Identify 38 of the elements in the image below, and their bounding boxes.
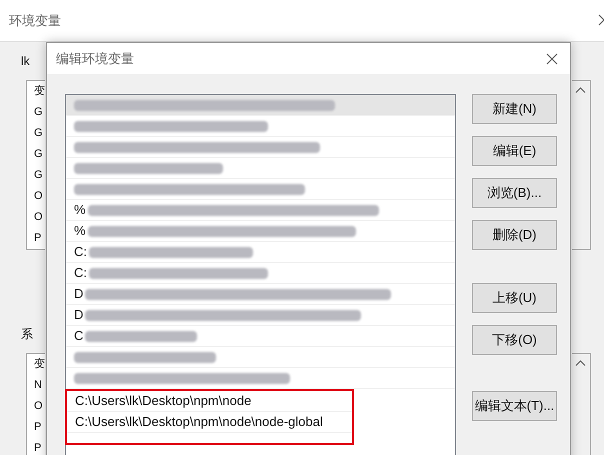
scroll-up-icon[interactable] <box>575 87 586 93</box>
list-item[interactable]: P <box>34 228 45 249</box>
dialog-button[interactable]: 编辑文本(T)... <box>472 391 557 421</box>
list-item[interactable]: G <box>34 123 45 144</box>
entry-text: C: <box>74 264 87 282</box>
dialog-button[interactable]: 新建(N) <box>472 94 557 124</box>
list-item[interactable]: 变 <box>34 354 45 375</box>
entry-text: % <box>74 201 86 220</box>
entry-text: D <box>74 306 84 324</box>
list-item[interactable]: O <box>34 396 45 417</box>
dialog-button[interactable]: 下移(O) <box>472 325 557 355</box>
window-title: 环境变量 <box>9 12 61 30</box>
group-label: lk <box>21 53 30 70</box>
dialog-button[interactable]: 上移(U) <box>472 283 557 313</box>
scrollbar[interactable] <box>572 80 591 250</box>
list-item[interactable]: G <box>34 102 45 123</box>
entry-text: C <box>74 327 84 346</box>
list-item[interactable]: O <box>34 186 45 207</box>
entry-text: C: <box>74 243 87 262</box>
path-entry[interactable] <box>66 95 455 116</box>
close-icon[interactable] <box>546 52 558 64</box>
group-label: 系 <box>21 326 33 343</box>
entry-text: % <box>74 222 86 240</box>
list-item[interactable]: G <box>34 165 45 186</box>
list-item[interactable]: 变 <box>34 81 45 102</box>
scroll-up-icon[interactable] <box>575 360 586 366</box>
entry-text: C:\Users\lk\Desktop\npm\node\node-global <box>75 413 323 432</box>
dialog-button[interactable]: 删除(D) <box>472 220 557 250</box>
list-item[interactable]: P <box>34 417 45 438</box>
dialog-button[interactable]: 编辑(E) <box>472 136 557 166</box>
list-item[interactable]: N <box>34 375 45 396</box>
dialog-button[interactable]: 浏览(B)... <box>472 178 557 208</box>
list-item[interactable]: O <box>34 207 45 228</box>
dialog-title: 编辑环境变量 <box>56 50 134 68</box>
entry-text: D <box>74 285 84 304</box>
list-item[interactable]: P <box>34 438 45 455</box>
entry-text: C:\Users\lk\Desktop\npm\node <box>75 392 252 410</box>
list-item[interactable]: G <box>34 144 45 165</box>
